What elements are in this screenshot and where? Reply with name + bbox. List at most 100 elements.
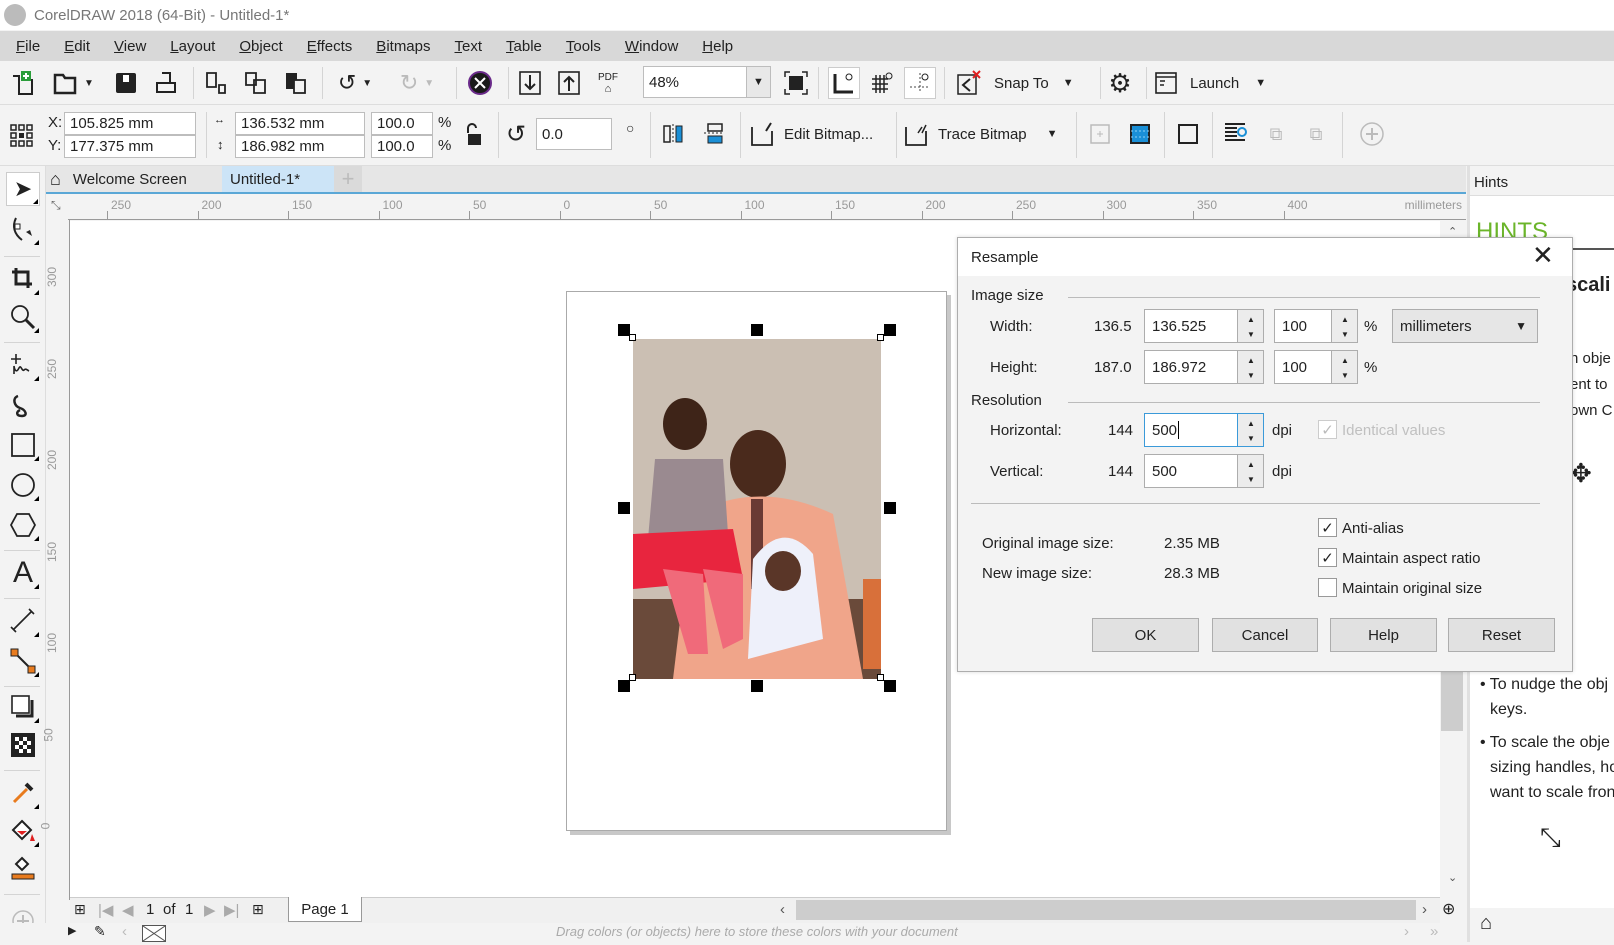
to-back-button[interactable]: ⧉ <box>1302 120 1330 148</box>
print-button[interactable] <box>152 69 180 97</box>
corel-connect-button[interactable] <box>466 69 494 97</box>
show-rulers-button[interactable] <box>828 67 860 99</box>
palette-expand-right-icon[interactable]: » <box>1430 923 1438 940</box>
anti-alias-checkbox[interactable]: ✓ <box>1318 518 1337 537</box>
artistic-media-tool[interactable] <box>6 388 40 422</box>
menu-edit[interactable]: Edit <box>52 38 102 55</box>
y-position-input[interactable]: 177.375 mm <box>64 135 196 158</box>
crop-tool[interactable] <box>6 262 40 296</box>
freehand-tool[interactable] <box>6 348 40 382</box>
publish-pdf-button[interactable]: PDF ⌂ <box>594 67 622 99</box>
width-spinner[interactable]: ▲ ▼ <box>1238 309 1264 343</box>
new-document-button[interactable] <box>8 69 36 97</box>
interactive-fill-tool[interactable] <box>6 814 40 848</box>
launch-dropdown[interactable]: Launch ▼ <box>1154 69 1284 97</box>
scroll-down-icon[interactable]: ⌄ <box>1448 871 1457 884</box>
menu-bitmaps[interactable]: Bitmaps <box>364 38 442 55</box>
height-percent-spinner[interactable]: ▲ ▼ <box>1332 350 1358 384</box>
selection-handle-bottom-left[interactable] <box>618 680 630 692</box>
edit-bitmap-button[interactable]: Edit Bitmap... <box>750 120 890 148</box>
menu-file[interactable]: File <box>4 38 52 55</box>
ellipse-tool[interactable] <box>6 468 40 502</box>
pick-tool[interactable]: ➤ <box>6 172 40 206</box>
bitmap-color-mask-button[interactable] <box>1126 120 1154 148</box>
zoom-to-page-icon[interactable]: ⊕ <box>1442 899 1455 919</box>
menu-window[interactable]: Window <box>613 38 690 55</box>
open-button[interactable]: ▼ <box>48 69 98 97</box>
next-page-icon[interactable]: ▶ <box>204 901 216 919</box>
connector-tool[interactable] <box>6 644 40 678</box>
last-page-icon[interactable]: ▶| <box>224 901 239 919</box>
redo-button[interactable]: ↻ ▼ <box>392 69 442 97</box>
spin-down-icon[interactable]: ▼ <box>1247 475 1255 484</box>
menu-text[interactable]: Text <box>443 38 495 55</box>
polygon-tool[interactable] <box>6 508 40 542</box>
previous-page-icon[interactable]: ◀ <box>122 901 134 919</box>
identical-values-checkbox[interactable]: ✓ <box>1318 420 1337 439</box>
add-toolbar-item-button[interactable] <box>1358 120 1386 148</box>
spin-up-icon[interactable]: ▲ <box>1247 315 1255 324</box>
full-screen-preview-button[interactable] <box>782 69 810 97</box>
rectangle-tool[interactable] <box>6 428 40 462</box>
show-grid-button[interactable] <box>868 69 896 97</box>
smart-fill-tool[interactable] <box>6 852 40 886</box>
ok-button[interactable]: OK <box>1092 618 1199 652</box>
shape-tool[interactable] <box>6 212 40 246</box>
show-guidelines-button[interactable] <box>904 67 936 99</box>
scroll-right-icon[interactable]: › <box>1422 901 1427 918</box>
spin-up-icon[interactable]: ▲ <box>1341 315 1349 324</box>
horizontal-ruler[interactable]: 250 200 150 100 50 0 50 100 150 200 250 300 350 400 m… <box>68 196 1466 220</box>
spin-up-icon[interactable]: ▲ <box>1247 419 1255 428</box>
vertical-resolution-spinner[interactable]: ▲ ▼ <box>1238 454 1264 488</box>
vertical-ruler[interactable]: 300 250 200 150 100 50 0 <box>38 220 70 900</box>
selection-handle-left[interactable] <box>618 502 630 514</box>
spin-down-icon[interactable]: ▼ <box>1341 371 1349 380</box>
spin-down-icon[interactable]: ▼ <box>1341 330 1349 339</box>
drop-shadow-tool[interactable] <box>6 690 40 724</box>
spin-up-icon[interactable]: ▲ <box>1247 460 1255 469</box>
no-color-swatch[interactable] <box>142 925 166 942</box>
zoom-tool[interactable] <box>6 300 40 334</box>
selection-handle-top[interactable] <box>751 324 763 336</box>
save-button[interactable] <box>112 69 140 97</box>
height-input[interactable]: 186.972 <box>1144 350 1238 384</box>
menu-help[interactable]: Help <box>690 38 745 55</box>
add-page-before-icon[interactable]: ⊞ <box>74 901 86 918</box>
hints-tab[interactable]: Hints <box>1470 166 1614 196</box>
scroll-left-icon[interactable]: ‹ <box>780 901 785 918</box>
hints-home-icon[interactable]: ⌂ <box>1480 912 1492 935</box>
object-origin-button[interactable] <box>8 122 36 150</box>
import-button[interactable] <box>516 69 544 97</box>
width-percent-input[interactable]: 100 <box>1274 309 1332 343</box>
ruler-origin[interactable]: ⤡ <box>46 196 68 220</box>
copy-button[interactable] <box>242 69 270 97</box>
selection-handle-bottom[interactable] <box>751 680 763 692</box>
cut-button[interactable] <box>202 69 230 97</box>
spin-up-icon[interactable]: ▲ <box>1341 356 1349 365</box>
snap-off-button[interactable] <box>954 69 984 97</box>
menu-layout[interactable]: Layout <box>158 38 227 55</box>
text-tool[interactable]: A <box>6 556 40 590</box>
vertical-resolution-input[interactable]: 500 <box>1144 454 1238 488</box>
maintain-original-size-checkbox[interactable] <box>1318 578 1337 597</box>
horizontal-scroll-thumb[interactable] <box>796 900 1416 920</box>
to-front-button[interactable]: ⧉ <box>1262 120 1290 148</box>
scale-height-input[interactable]: 100.0 <box>371 135 433 158</box>
undo-button[interactable]: ↺ ▼ <box>330 69 380 97</box>
cancel-button[interactable]: Cancel <box>1212 618 1318 652</box>
width-percent-spinner[interactable]: ▲ ▼ <box>1332 309 1358 343</box>
mirror-horizontal-button[interactable] <box>660 120 688 148</box>
tab-welcome-screen[interactable]: ⌂ Welcome Screen <box>46 166 222 192</box>
reset-button[interactable]: Reset <box>1448 618 1555 652</box>
spin-down-icon[interactable]: ▼ <box>1247 330 1255 339</box>
eyedropper-tool[interactable] <box>6 776 40 810</box>
menu-view[interactable]: View <box>102 38 158 55</box>
wrap-text-button[interactable] <box>1222 120 1250 148</box>
mirror-vertical-button[interactable] <box>700 120 728 148</box>
spin-up-icon[interactable]: ▲ <box>1247 356 1255 365</box>
transparency-tool[interactable] <box>6 728 40 762</box>
paste-button[interactable] <box>282 69 310 97</box>
crop-bitmap-button[interactable] <box>1086 120 1114 148</box>
lock-ratio-button[interactable] <box>462 122 486 148</box>
selected-bitmap-image[interactable] <box>633 339 881 679</box>
